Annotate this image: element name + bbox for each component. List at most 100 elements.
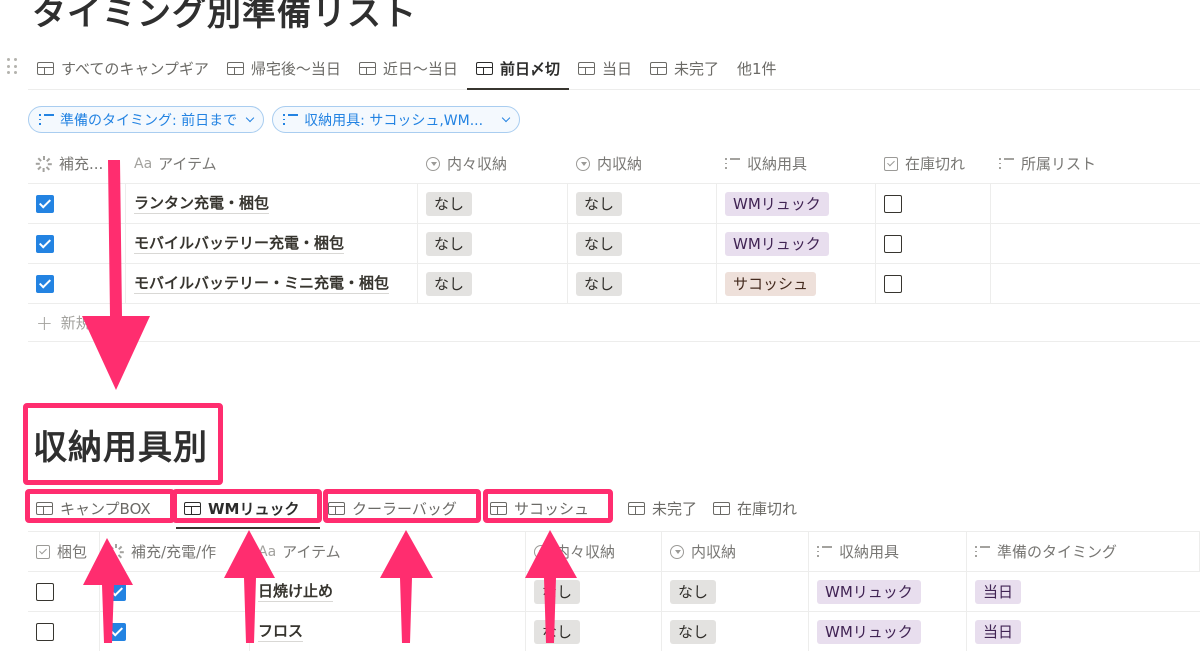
- packed-checkbox[interactable]: [36, 622, 54, 641]
- packed-checkbox[interactable]: [36, 582, 54, 601]
- tab-cooler-bag[interactable]: クーラーバッグ: [320, 488, 482, 528]
- storage-tag: WMリュック: [725, 191, 829, 216]
- list-cell[interactable]: [991, 184, 1200, 223]
- inner-inner-tag: なし: [534, 619, 581, 644]
- tab-incomplete[interactable]: 未完了: [620, 488, 705, 528]
- list-icon: [283, 114, 299, 125]
- select-circle-icon: [670, 544, 684, 559]
- tab-wm-rucksack[interactable]: WMリュック: [176, 488, 320, 529]
- tab-all-camp-gear[interactable]: すべてのキャンプギア: [28, 48, 218, 89]
- multiselect-list-icon: [999, 158, 1014, 169]
- item-title[interactable]: 日焼け止め: [258, 581, 334, 602]
- column-header-timing[interactable]: 準備のタイミング: [967, 532, 1200, 571]
- out-of-stock-checkbox[interactable]: [884, 194, 902, 213]
- chevron-down-icon: [245, 113, 255, 123]
- column-header-list[interactable]: 所属リスト: [991, 144, 1200, 183]
- column-header-inner[interactable]: 内収納: [662, 532, 809, 571]
- replenish-checkbox[interactable]: [36, 274, 54, 293]
- column-header-item[interactable]: Aa アイテム: [126, 144, 418, 183]
- replenish-checkbox[interactable]: [108, 622, 126, 641]
- storage-tag: WMリュック: [817, 619, 921, 644]
- inner-inner-tag: なし: [426, 231, 473, 256]
- table-row: フロス なし なし WMリュック 当日: [28, 612, 1200, 651]
- table-icon: [490, 501, 507, 515]
- table-icon: [36, 501, 53, 515]
- column-header-out-of-stock[interactable]: 在庫切れ: [876, 144, 991, 183]
- new-row-button[interactable]: + 新規: [28, 304, 1200, 342]
- filter-bar: 準備のタイミング: 前日まで 収納用具: サコッシュ,WM...: [28, 106, 521, 133]
- column-header-packed[interactable]: 梱包: [28, 532, 100, 571]
- bottom-table: 梱包 補充/充電/作 Aa アイテム 内々収納 内収納 収納用具 準備のタイミング…: [28, 531, 1200, 651]
- top-table: 補充... Aa アイテム 内々収納 内収納 収納用具 在庫切れ 所属リスト ラン…: [28, 144, 1200, 342]
- replenish-checkbox[interactable]: [36, 234, 54, 253]
- multiselect-list-icon: [975, 546, 990, 557]
- list-icon: [39, 114, 54, 125]
- column-header-inner-inner[interactable]: 内々収納: [418, 144, 568, 183]
- inner-tag: なし: [576, 191, 623, 216]
- title-aa-icon: Aa: [258, 543, 277, 560]
- storage-tag: WMリュック: [725, 231, 829, 256]
- tab-camp-box[interactable]: キャンプBOX: [28, 488, 176, 528]
- section-title: 収納用具別: [33, 428, 208, 468]
- filter-storage[interactable]: 収納用具: サコッシュ,WM...: [272, 106, 521, 133]
- table-icon: [328, 501, 345, 515]
- filter-timing[interactable]: 準備のタイミング: 前日まで: [28, 106, 265, 133]
- page-title: タイミング別準備リスト: [32, 0, 417, 34]
- tab-soon-to-day[interactable]: 近日〜当日: [350, 48, 467, 89]
- column-header-replenish[interactable]: 補充...: [28, 144, 126, 183]
- storage-tag: サコッシュ: [725, 271, 817, 296]
- select-circle-icon: [534, 544, 548, 559]
- column-header-replenish[interactable]: 補充/充電/作: [100, 532, 250, 571]
- select-circle-icon: [576, 156, 590, 171]
- inner-tag: なし: [670, 579, 717, 604]
- timing-tag: 当日: [975, 619, 1022, 644]
- inner-tag: なし: [576, 271, 623, 296]
- title-aa-icon: Aa: [134, 155, 153, 172]
- bottom-view-tabs: キャンプBOX WMリュック クーラーバッグ サコッシュ 未完了 在庫切れ: [28, 488, 1200, 529]
- column-header-storage[interactable]: 収納用具: [717, 144, 876, 183]
- out-of-stock-checkbox[interactable]: [884, 234, 902, 253]
- table-icon: [475, 62, 493, 75]
- tab-out-of-stock[interactable]: 在庫切れ: [705, 488, 805, 528]
- list-cell[interactable]: [991, 224, 1200, 263]
- table-row: モバイルバッテリー・ミニ充電・梱包 なし なし サコッシュ: [28, 264, 1200, 304]
- inner-inner-tag: なし: [426, 271, 473, 296]
- column-header-inner[interactable]: 内収納: [568, 144, 717, 183]
- table-icon: [184, 501, 201, 515]
- chevron-down-icon: [501, 113, 511, 123]
- inner-tag: なし: [670, 619, 717, 644]
- item-title[interactable]: ランタン充電・梱包: [134, 193, 270, 214]
- drag-handle-icon[interactable]: [7, 58, 19, 76]
- storage-tag: WMリュック: [817, 579, 921, 604]
- column-header-storage[interactable]: 収納用具: [809, 532, 967, 571]
- more-views-button[interactable]: 他1件: [728, 48, 786, 89]
- item-title[interactable]: モバイルバッテリー・ミニ充電・梱包: [134, 273, 390, 294]
- item-title[interactable]: モバイルバッテリー充電・梱包: [134, 233, 345, 254]
- status-spinner-icon: [35, 155, 52, 172]
- tab-sacoche[interactable]: サコッシュ: [482, 488, 620, 528]
- tab-incomplete[interactable]: 未完了: [641, 48, 728, 89]
- checkbox-icon: [884, 156, 898, 171]
- column-header-item[interactable]: Aa アイテム: [250, 532, 526, 571]
- table-row: 日焼け止め なし なし WMリュック 当日: [28, 572, 1200, 612]
- tab-after-return-to-day[interactable]: 帰宅後〜当日: [218, 48, 350, 89]
- table-icon: [577, 62, 595, 75]
- item-title[interactable]: フロス: [258, 621, 304, 642]
- inner-tag: なし: [576, 231, 623, 256]
- list-cell[interactable]: [991, 264, 1200, 303]
- multiselect-list-icon: [817, 546, 832, 557]
- out-of-stock-checkbox[interactable]: [884, 274, 902, 293]
- timing-tag: 当日: [975, 579, 1022, 604]
- table-icon: [649, 62, 667, 75]
- status-spinner-icon: [107, 543, 124, 560]
- multiselect-list-icon: [725, 158, 740, 169]
- select-circle-icon: [426, 156, 440, 171]
- tab-day-before-deadline[interactable]: 前日〆切: [466, 48, 569, 90]
- table-row: モバイルバッテリー充電・梱包 なし なし WMリュック: [28, 224, 1200, 264]
- replenish-checkbox[interactable]: [36, 194, 54, 213]
- tab-same-day[interactable]: 当日: [569, 48, 641, 89]
- replenish-checkbox[interactable]: [108, 582, 126, 601]
- table-header: 補充... Aa アイテム 内々収納 内収納 収納用具 在庫切れ 所属リスト: [28, 144, 1200, 184]
- table-icon: [713, 501, 731, 515]
- column-header-inner-inner[interactable]: 内々収納: [526, 532, 662, 571]
